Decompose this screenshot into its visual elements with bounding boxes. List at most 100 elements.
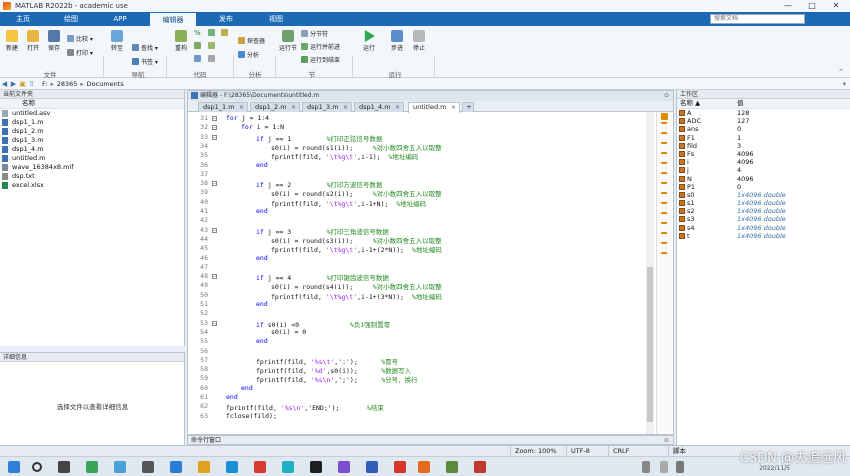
browser-icon[interactable] (282, 461, 294, 473)
warning-marker[interactable] (661, 192, 667, 194)
search-documentation-input[interactable]: 搜索文档 (710, 14, 805, 24)
tray-volume-icon[interactable] (676, 461, 684, 473)
workspace-variable-row[interactable]: s4 1x4096 double (677, 224, 850, 232)
tab-publish[interactable]: 发布 (206, 12, 246, 26)
editor-tab-dsp1-3[interactable]: dsp1_3.m × (302, 102, 352, 112)
tray-network-icon[interactable] (660, 461, 668, 473)
compare-button[interactable]: 比较 ▾ (67, 34, 93, 43)
app-purple-icon[interactable] (338, 461, 350, 473)
code-analyzer-status-icon[interactable] (661, 113, 668, 120)
tab-plots[interactable]: 绘图 (52, 12, 90, 26)
workspace-variable-row[interactable]: s2 1x4096 double (677, 207, 850, 215)
close-tab-icon[interactable]: × (395, 103, 400, 112)
file-list-item[interactable]: dsp1_3.m (0, 136, 184, 145)
goto-button[interactable]: 转至 (108, 30, 126, 52)
new-button[interactable]: 新建 (3, 30, 21, 52)
profiler-button[interactable]: 探查器 (238, 36, 265, 45)
workspace-variable-row[interactable]: ans 0 (677, 125, 850, 133)
word-icon[interactable] (366, 461, 378, 473)
scrollbar-thumb[interactable] (647, 267, 653, 422)
code-line[interactable]: for j = 1:4 (226, 114, 269, 122)
code-line[interactable]: fprintf(fild, '%s\n',';'); %分号，换行 (256, 374, 418, 384)
workspace-variable-row[interactable]: i 4096 (677, 158, 850, 166)
widgets-icon[interactable] (114, 461, 126, 473)
warning-marker[interactable] (661, 152, 667, 154)
fold-toggle-icon[interactable]: − (212, 274, 217, 280)
file-list-item[interactable]: untitled.asv (0, 109, 184, 118)
editor-tab-dsp1-1[interactable]: dsp1_1.m × (198, 102, 248, 112)
up-folder-icon[interactable]: ⇧ (27, 80, 36, 88)
code-line[interactable]: end (256, 300, 268, 308)
code-line[interactable]: s0(i) = 0 (271, 328, 306, 336)
address-dropdown-icon[interactable]: ▾ (843, 80, 846, 88)
warning-marker[interactable] (661, 202, 667, 204)
workspace-name-header[interactable]: 名称 ▲ (680, 99, 700, 107)
indent-button[interactable] (194, 42, 203, 50)
fold-toggle-icon[interactable]: − (212, 320, 217, 326)
matlab-taskbar-icon[interactable] (418, 461, 430, 473)
tab-editor[interactable]: 编辑器 (150, 13, 196, 26)
workspace-variable-row[interactable]: fild 3 (677, 142, 850, 150)
wps-icon[interactable] (394, 461, 406, 473)
netease-music-icon[interactable] (254, 461, 266, 473)
close-button[interactable]: ✕ (824, 0, 848, 12)
editor-tab-dsp1-2[interactable]: dsp1_2.m × (250, 102, 300, 112)
workspace-value-header[interactable]: 值 (737, 99, 744, 107)
command-window-tab[interactable]: 命令行窗口 ⊙ (187, 435, 674, 445)
close-tab-icon[interactable]: × (343, 103, 348, 112)
code-line[interactable]: fprintf(fild, '\t%g\t',i-1+(2*N)); %地址编码 (271, 244, 442, 254)
section-break-button[interactable]: 分节符 (301, 29, 328, 38)
run-section-button[interactable]: 运行节 (279, 30, 297, 52)
uncomment-button[interactable] (208, 29, 217, 37)
search-icon[interactable] (32, 462, 42, 472)
warning-marker[interactable] (661, 252, 667, 254)
path-folder-1[interactable]: 28365 (57, 80, 78, 88)
new-tab-button[interactable]: + (462, 102, 474, 112)
path-root[interactable]: F: (42, 80, 47, 88)
warning-marker[interactable] (661, 132, 667, 134)
warning-marker[interactable] (661, 222, 667, 224)
name-column-header[interactable]: 名称 (0, 99, 184, 109)
analyze-button[interactable]: 分析 (238, 50, 259, 59)
workspace-variable-row[interactable]: s1 1x4096 double (677, 199, 850, 207)
minimize-button[interactable]: — (776, 0, 800, 12)
close-tab-icon[interactable]: × (451, 103, 456, 112)
fold-toggle-icon[interactable]: − (212, 181, 217, 187)
code-line[interactable]: end (241, 384, 253, 392)
workspace-variable-row[interactable]: F1 1 (677, 134, 850, 142)
workspace-variable-row[interactable]: ADC 127 (677, 117, 850, 125)
warning-marker[interactable] (661, 162, 667, 164)
file-list-item[interactable]: dsp1_2.m (0, 127, 184, 136)
app-green-icon[interactable] (446, 461, 458, 473)
editor-tab-dsp1-4[interactable]: dsp1_4.m × (354, 102, 404, 112)
wrap-button[interactable] (208, 55, 217, 63)
file-list-item[interactable]: dsp.txt (0, 172, 184, 181)
fold-toggle-icon[interactable]: − (212, 227, 217, 233)
open-button[interactable]: 打开 (24, 30, 42, 52)
file-list-item[interactable]: untitled.m (0, 154, 184, 163)
browse-folder-icon[interactable]: ▣ (18, 80, 27, 88)
stop-button[interactable]: 停止 (409, 30, 429, 52)
run-and-advance-button[interactable]: 运行并前进 (301, 42, 340, 51)
terminal-icon[interactable] (310, 461, 322, 473)
warning-marker[interactable] (661, 242, 667, 244)
maximize-button[interactable]: □ (800, 0, 824, 12)
comment-button[interactable]: % (194, 29, 201, 37)
warning-marker[interactable] (661, 122, 667, 124)
code-line[interactable]: fprintf(fild, '\t%g\t',i-1+(3*N)); %地址编码 (271, 291, 442, 301)
back-arrow-icon[interactable]: ◀ (0, 80, 9, 88)
workspace-variable-row[interactable]: t 1x4096 double (677, 232, 850, 240)
code-line[interactable]: for i = 1:N (241, 123, 284, 131)
warning-marker[interactable] (661, 142, 667, 144)
workspace-variable-row[interactable]: j4 (677, 166, 850, 174)
print-button[interactable]: 打印 ▾ (67, 48, 93, 57)
command-window-menu-icon[interactable]: ⊙ (664, 436, 669, 445)
run-button[interactable]: 运行 (359, 30, 379, 52)
code-line[interactable]: end (256, 254, 268, 262)
editor-vertical-scrollbar[interactable] (646, 112, 654, 434)
save-button[interactable]: 保存 (45, 30, 63, 52)
workspace-variable-row[interactable]: s3 1x4096 double (677, 215, 850, 223)
folder-icon[interactable] (198, 461, 210, 473)
file-list-item[interactable]: dsp1_4.m (0, 145, 184, 154)
run-to-end-button[interactable]: 运行到结束 (301, 55, 340, 64)
